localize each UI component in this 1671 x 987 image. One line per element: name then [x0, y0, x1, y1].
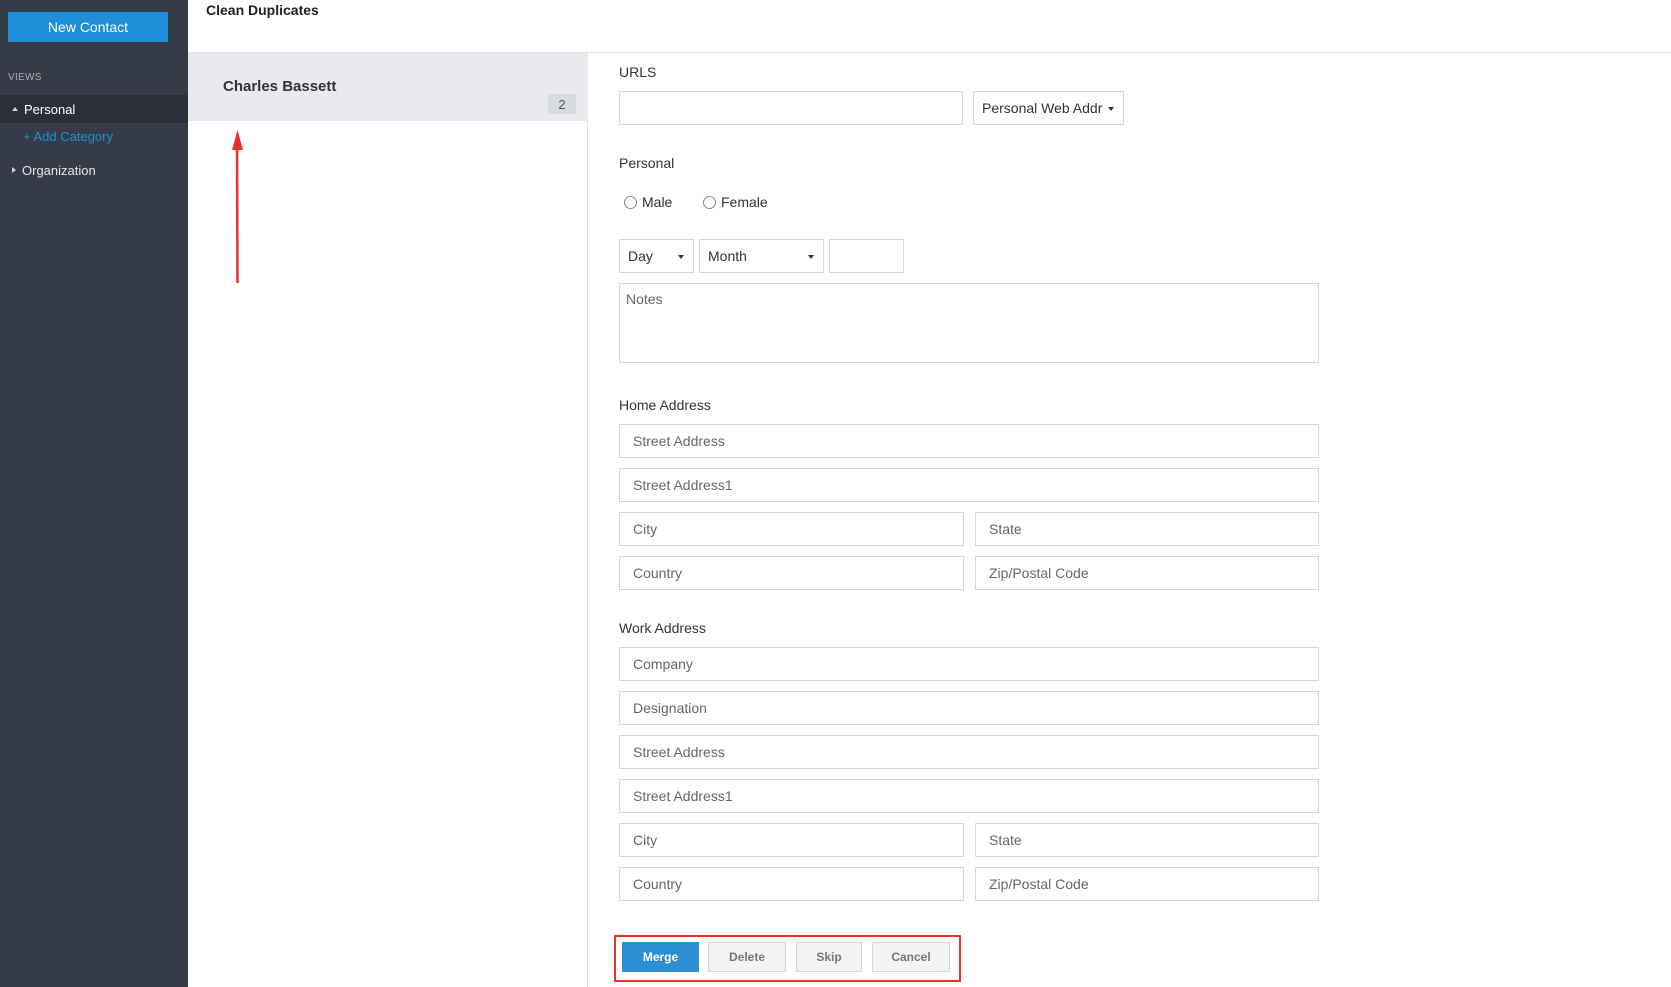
home-street-input[interactable]: Street Address	[619, 424, 1319, 458]
work-designation-input[interactable]: Designation	[619, 691, 1319, 725]
work-country-input[interactable]: Country	[619, 867, 964, 901]
views-heading: VIEWS	[8, 72, 42, 83]
work-street1-input[interactable]: Street Address1	[619, 779, 1319, 813]
url-type-value: Personal Web Addr	[982, 100, 1103, 116]
caret-down-icon	[1108, 107, 1114, 111]
work-city-input[interactable]: City	[619, 823, 964, 857]
work-address-label: Work Address	[619, 620, 706, 636]
urls-label: URLS	[619, 64, 657, 80]
merge-button[interactable]: Merge	[622, 942, 699, 972]
home-city-input[interactable]: City	[619, 512, 964, 546]
work-company-input[interactable]: Company	[619, 647, 1319, 681]
home-country-input[interactable]: Country	[619, 556, 964, 590]
sidebar-item-personal[interactable]: Personal	[0, 95, 188, 123]
birth-day-select[interactable]: Day	[619, 239, 694, 273]
add-category-link[interactable]: + Add Category	[23, 129, 113, 144]
month-select-value: Month	[708, 248, 747, 264]
annotation-arrow	[232, 130, 243, 284]
sidebar: New Contact VIEWS Personal + Add Categor…	[0, 0, 188, 987]
radio-label: Female	[721, 194, 768, 210]
caret-down-icon	[808, 255, 814, 259]
radio-icon	[703, 195, 716, 209]
radio-icon	[624, 195, 637, 209]
gender-male-radio[interactable]: Male	[624, 194, 672, 210]
duplicate-name: Charles Bassett	[223, 78, 337, 95]
duplicates-list: Charles Bassett 2	[188, 53, 588, 987]
sidebar-item-organization[interactable]: Organization	[0, 160, 96, 180]
url-input[interactable]	[619, 91, 963, 125]
new-contact-button[interactable]: New Contact	[8, 12, 168, 42]
personal-label: Personal	[619, 155, 675, 171]
page-title: Clean Duplicates	[206, 2, 319, 18]
duplicate-group-item[interactable]: Charles Bassett 2	[188, 53, 588, 121]
duplicate-count-badge: 2	[548, 94, 576, 114]
delete-button[interactable]: Delete	[708, 942, 786, 972]
gender-female-radio[interactable]: Female	[703, 194, 768, 210]
home-state-input[interactable]: State	[975, 512, 1319, 546]
day-select-value: Day	[628, 248, 653, 264]
home-street1-input[interactable]: Street Address1	[619, 468, 1319, 502]
work-street-input[interactable]: Street Address	[619, 735, 1319, 769]
birth-month-select[interactable]: Month	[699, 239, 824, 273]
sidebar-item-label: Organization	[22, 162, 96, 178]
cancel-button[interactable]: Cancel	[872, 942, 950, 972]
caret-up-icon	[12, 107, 18, 111]
radio-label: Male	[642, 194, 673, 210]
skip-button[interactable]: Skip	[796, 942, 862, 972]
caret-right-icon	[12, 167, 16, 173]
work-zip-input[interactable]: Zip/Postal Code	[975, 867, 1319, 901]
home-address-label: Home Address	[619, 397, 711, 413]
home-zip-input[interactable]: Zip/Postal Code	[975, 556, 1319, 590]
url-type-select[interactable]: Personal Web Addr	[973, 91, 1124, 125]
caret-down-icon	[678, 255, 684, 259]
sidebar-item-label: Personal	[24, 101, 76, 117]
notes-textarea[interactable]: Notes	[619, 283, 1319, 363]
work-state-input[interactable]: State	[975, 823, 1319, 857]
birth-year-input[interactable]	[829, 239, 904, 273]
